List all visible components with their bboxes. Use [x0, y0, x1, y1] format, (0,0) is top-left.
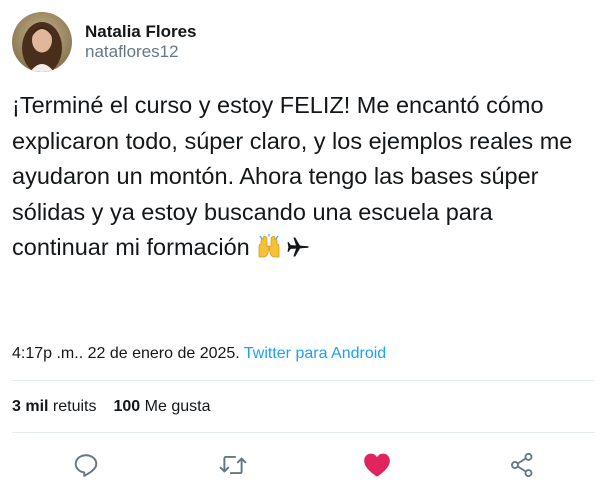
like-icon — [364, 453, 390, 477]
source-link[interactable]: Twitter para Android — [244, 345, 386, 362]
like-button[interactable] — [357, 445, 397, 485]
likes-label: Me gusta — [144, 398, 211, 415]
user-handle[interactable]: nataflores12 — [85, 42, 197, 62]
tweet-text: ¡Terminé el curso y estoy FELIZ! Me enca… — [12, 88, 592, 270]
airplane-icon — [286, 234, 310, 270]
timestamp[interactable]: 4:17p .m.. 22 de enero de 2025. — [12, 345, 240, 362]
retweets-count: 3 mil — [12, 398, 49, 415]
divider — [12, 432, 595, 433]
share-button[interactable] — [502, 445, 542, 485]
divider — [12, 380, 595, 381]
reply-icon — [74, 454, 98, 477]
retweet-icon — [219, 455, 247, 475]
likes-stat[interactable]: 100 Me gusta — [114, 398, 211, 416]
retweets-label: retuits — [52, 398, 97, 415]
display-name[interactable]: Natalia Flores — [85, 22, 197, 42]
avatar[interactable] — [12, 12, 72, 72]
retweets-stat[interactable]: 3 mil retuits — [12, 398, 97, 416]
reply-button[interactable] — [66, 445, 106, 485]
tweet-stats: 3 mil retuits 100 Me gusta — [12, 398, 210, 416]
tweet-meta: 4:17p .m.. 22 de enero de 2025. Twitter … — [12, 345, 386, 363]
retweet-button[interactable] — [213, 445, 253, 485]
avatar-photo — [12, 12, 72, 72]
tweet-header: Natalia Flores nataflores12 — [12, 12, 197, 72]
likes-count: 100 — [113, 398, 141, 415]
raising-hands-icon — [256, 233, 282, 270]
share-icon — [511, 452, 533, 478]
tweet-actions — [0, 445, 607, 485]
